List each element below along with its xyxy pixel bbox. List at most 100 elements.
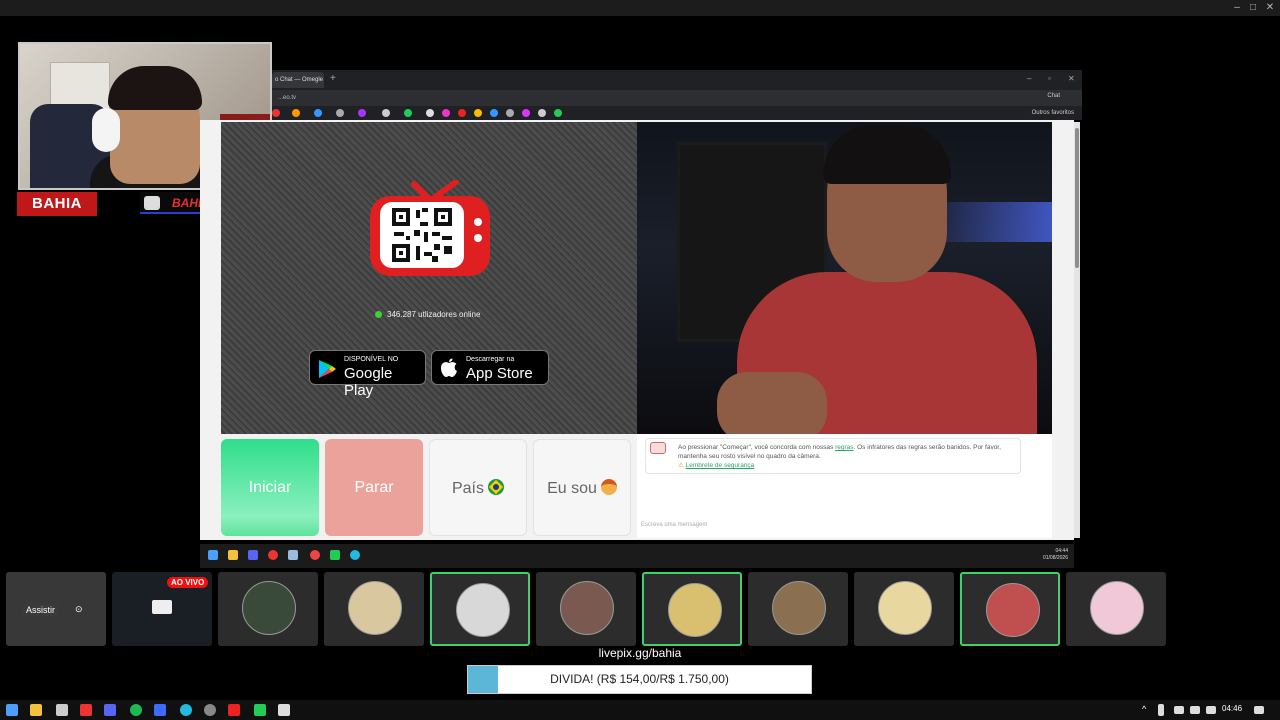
close-icon[interactable]: ✕	[1068, 74, 1075, 83]
youtube-icon[interactable]	[228, 704, 240, 716]
donation-goal-bar: DIVIDA! (R$ 154,00/R$ 1.750,00)	[467, 665, 812, 694]
bookmark-icon[interactable]	[314, 109, 322, 117]
file-explorer-icon[interactable]	[30, 704, 42, 716]
address-bar[interactable]: ...eo.tv	[272, 90, 1082, 106]
chevron-up-icon[interactable]: ^	[1142, 704, 1146, 714]
google-play-icon	[319, 360, 336, 378]
maximize-icon[interactable]: ▫	[1048, 74, 1051, 83]
bookmarks-bar: Outros favoritos	[272, 106, 1082, 120]
country-button[interactable]: País	[429, 439, 527, 536]
windows-start-icon[interactable]	[6, 704, 18, 716]
bookmark-icon[interactable]	[272, 109, 280, 117]
rules-link[interactable]: regras	[835, 444, 853, 451]
stream-tile[interactable]	[430, 572, 530, 646]
obs-icon[interactable]	[310, 550, 320, 560]
bookmark-icon[interactable]	[358, 109, 366, 117]
bookmark-icon[interactable]	[554, 109, 562, 117]
stop-button[interactable]: Parar	[325, 439, 423, 536]
microphone-icon[interactable]	[1158, 704, 1164, 716]
minimize-icon[interactable]: –	[1027, 74, 1031, 83]
chat-button[interactable]: Chat	[1047, 93, 1060, 99]
google-play-button[interactable]: DISPONÍVEL NO Google Play	[309, 350, 426, 399]
bookmark-icon[interactable]	[404, 109, 412, 117]
assistir-button[interactable]: Assistir	[22, 604, 59, 616]
close-icon[interactable]: ✕	[1263, 2, 1277, 14]
chat-message-input[interactable]: Escreva uma mensagem	[641, 522, 707, 528]
spotify-icon[interactable]	[130, 704, 142, 716]
gender-button[interactable]: Eu sou	[533, 439, 631, 536]
avatar	[878, 581, 932, 635]
app-icon[interactable]	[330, 550, 340, 560]
bookmark-icon[interactable]	[522, 109, 530, 117]
safety-reminder-link[interactable]: Lembrete de segurança	[686, 462, 755, 469]
other-favorites-folder[interactable]: Outros favoritos	[1032, 108, 1074, 118]
avatar	[456, 583, 510, 637]
stream-tile[interactable]	[960, 572, 1060, 646]
app-icon[interactable]	[154, 704, 166, 716]
stream-tile[interactable]	[748, 572, 848, 646]
stream-tile[interactable]	[854, 572, 954, 646]
discord-icon[interactable]	[248, 550, 258, 560]
stream-tile[interactable]	[324, 572, 424, 646]
new-tab-icon[interactable]: +	[330, 73, 336, 84]
warning-tv-icon	[650, 442, 666, 454]
display-icon[interactable]	[1190, 706, 1200, 714]
inner-date: 01/08/2026	[1042, 555, 1068, 561]
file-explorer-icon[interactable]	[228, 550, 238, 560]
rules-notice: Ao pressionar "Começar", você concorda c…	[645, 438, 1021, 474]
maximize-icon[interactable]: □	[1246, 2, 1260, 14]
logo-icon	[144, 196, 160, 210]
bookmark-icon[interactable]	[292, 109, 300, 117]
google-play-big-text: Google Play	[344, 365, 393, 399]
brand-name-badge: BAHIA	[17, 192, 97, 216]
avatar	[772, 581, 826, 635]
partner-video	[637, 122, 1052, 434]
avatar	[348, 581, 402, 635]
online-users-count: 346.287 utlizadores online	[375, 309, 480, 321]
brave-icon[interactable]	[80, 704, 92, 716]
avatar	[560, 581, 614, 635]
bookmark-icon[interactable]	[538, 109, 546, 117]
bookmark-icon[interactable]	[506, 109, 514, 117]
donation-url: livepix.gg/bahia	[598, 646, 682, 660]
avatar	[1090, 581, 1144, 635]
bookmark-icon[interactable]	[474, 109, 482, 117]
discord-icon[interactable]	[104, 704, 116, 716]
steam-icon[interactable]	[288, 550, 298, 560]
stream-tile[interactable]	[218, 572, 318, 646]
settings-icon[interactable]: ⊙	[75, 604, 83, 615]
taskbar-clock[interactable]: 04:46	[1222, 704, 1242, 713]
stream-tile[interactable]	[642, 572, 742, 646]
edge-icon[interactable]	[350, 550, 360, 560]
chrome-icon[interactable]	[268, 550, 278, 560]
notification-icon[interactable]	[1254, 706, 1264, 714]
bookmark-icon[interactable]	[426, 109, 434, 117]
bookmark-icon[interactable]	[382, 109, 390, 117]
app-store-button[interactable]: Descarregar na App Store	[431, 350, 549, 385]
bookmark-icon[interactable]	[490, 109, 498, 117]
avatar	[986, 583, 1040, 637]
network-icon[interactable]	[1174, 706, 1184, 714]
volume-icon[interactable]	[1206, 706, 1216, 714]
browser-chrome: o Chat — Omegle + – ▫ ✕ ...eo.tv Chat Ou…	[272, 70, 1082, 120]
minimize-icon[interactable]: –	[1230, 2, 1244, 14]
app-icon[interactable]	[278, 704, 290, 716]
warning-icon: ⚠	[678, 462, 684, 469]
stream-tile[interactable]	[1066, 572, 1166, 646]
stream-tile[interactable]	[536, 572, 636, 646]
browser-tab[interactable]: o Chat — Omegle	[272, 72, 324, 88]
taskbar: ^ 04:46	[0, 700, 1280, 720]
start-button[interactable]: Iniciar	[221, 439, 319, 536]
edge-icon[interactable]	[180, 704, 192, 716]
inner-taskbar: 04:44 01/08/2026	[200, 544, 1074, 568]
app-icon[interactable]	[254, 704, 266, 716]
bookmark-icon[interactable]	[458, 109, 466, 117]
bookmark-icon[interactable]	[336, 109, 344, 117]
page-scrollbar[interactable]	[1074, 122, 1080, 538]
obs-icon[interactable]	[204, 704, 216, 716]
bookmark-icon[interactable]	[442, 109, 450, 117]
windows-start-icon[interactable]	[208, 550, 218, 560]
google-play-small-text: DISPONÍVEL NO	[344, 356, 399, 363]
calculator-icon[interactable]	[56, 704, 68, 716]
live-badge: AO VIVO	[167, 577, 209, 588]
